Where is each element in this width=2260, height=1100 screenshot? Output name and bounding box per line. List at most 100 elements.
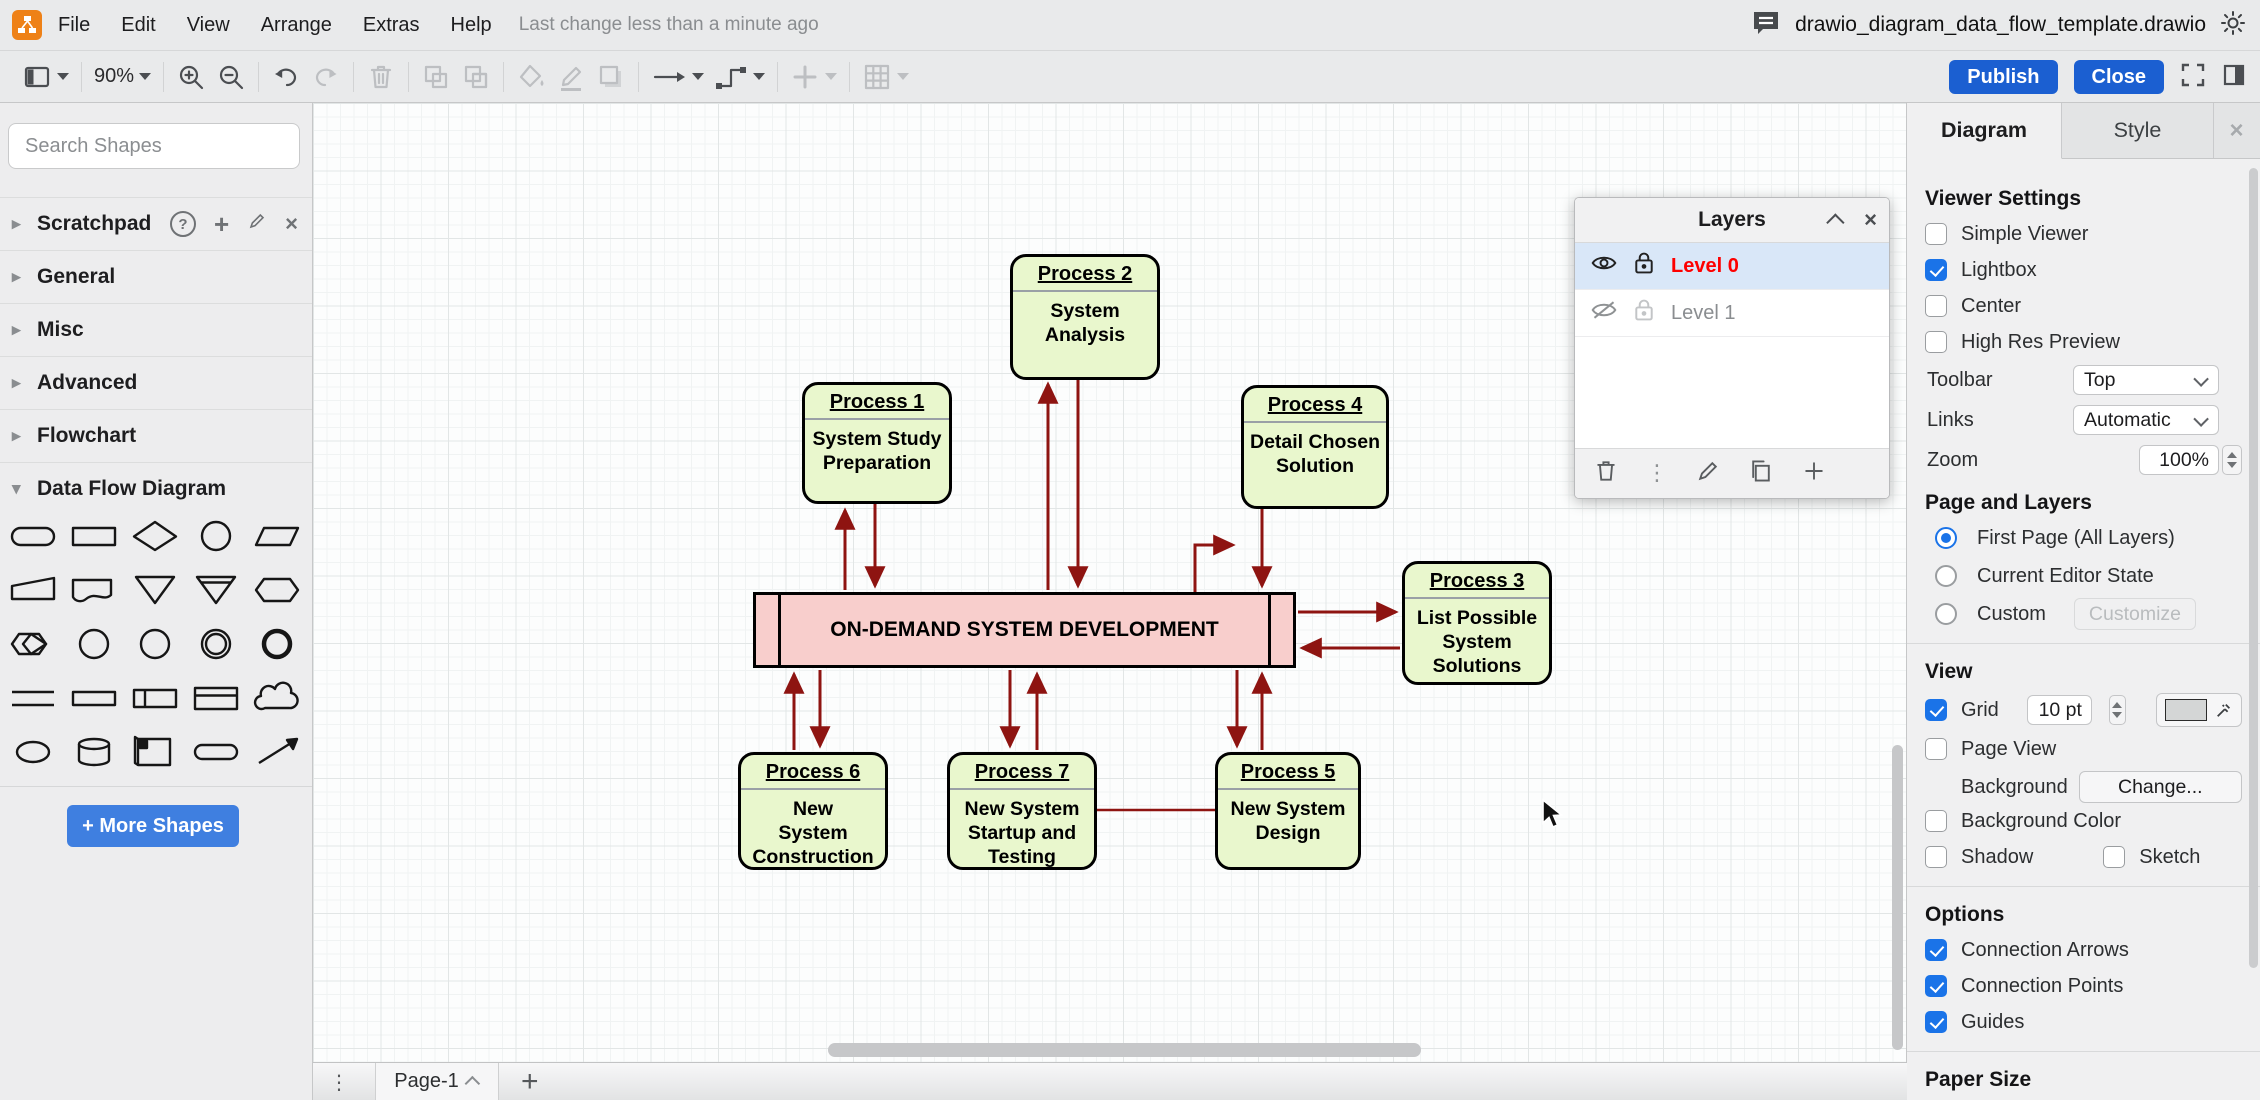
shape-double-circle-icon[interactable] [192,627,240,666]
grid-checkbox[interactable] [1925,699,1947,721]
insert-button[interactable] [790,62,837,92]
add-page-button[interactable]: + [521,1067,539,1097]
theme-toggle-icon[interactable] [2220,10,2246,41]
waypoint-style-button[interactable] [714,62,765,92]
delete-icon[interactable] [366,62,396,92]
fullscreen-icon[interactable] [2180,62,2206,93]
sidebar-section-flowchart[interactable]: ▸Flowchart [0,409,312,462]
canvas-vertical-scrollbar[interactable] [1892,745,1903,1050]
edit-layer-icon[interactable] [1695,458,1721,489]
shape-circle-icon[interactable] [192,519,240,558]
customize-button[interactable]: Customize [2074,598,2196,630]
diagram-node-process-6[interactable]: Process 6 New System Construction [738,752,888,870]
custom-radio[interactable] [1935,603,1957,625]
tab-style[interactable]: Style [2062,103,2214,158]
eye-icon[interactable] [1591,252,1617,280]
sidebar-section-misc[interactable]: ▸Misc [0,303,312,356]
connection-points-checkbox[interactable] [1925,975,1947,997]
shape-predefined-process-icon[interactable] [131,681,179,720]
diagram-node-process-1[interactable]: Process 1 System Study Preparation [802,382,952,504]
format-panel-close-icon[interactable]: × [2214,103,2259,158]
shape-arrow-icon[interactable] [253,735,301,774]
shape-rounded-rectangle-small-icon[interactable] [192,735,240,774]
guides-checkbox[interactable] [1925,1011,1947,1033]
simple-viewer-checkbox[interactable] [1925,223,1947,245]
diagram-node-process-5[interactable]: Process 5 New System Design [1215,752,1361,870]
shape-loop-limit-icon[interactable] [9,627,57,666]
shape-parallelogram-icon[interactable] [253,519,301,558]
menu-item-arrange[interactable]: Arrange [261,14,332,37]
shape-hexagon-icon[interactable] [253,573,301,612]
sidebar-section-data-flow-diagram[interactable]: ▾Data Flow Diagram [0,462,312,515]
comments-icon[interactable] [1751,10,1781,41]
shape-search-box[interactable] [8,123,300,169]
diagram-node-process-7[interactable]: Process 7 New System Startup and Testing [947,752,1097,870]
format-panel-toggle-icon[interactable] [2222,63,2246,92]
shape-rectangle-icon[interactable] [70,519,118,558]
grid-size-stepper[interactable] [2109,695,2126,725]
zoom-out-icon[interactable] [216,62,246,92]
layers-panel-header[interactable]: Layers × [1575,198,1889,243]
sidebar-section-general[interactable]: ▸General [0,250,312,303]
diagram-node-process-2[interactable]: Process 2 System Analysis [1010,254,1160,380]
menu-item-help[interactable]: Help [451,14,492,37]
diagram-node-process-3[interactable]: Process 3 List Possible System Solutions [1402,561,1552,685]
shape-search-input[interactable] [23,134,292,159]
shape-thin-rectangle-icon[interactable] [70,681,118,720]
to-front-icon[interactable] [421,62,451,92]
format-panel-scrollbar[interactable] [2249,168,2258,968]
page-view-checkbox[interactable] [1925,738,1947,760]
shape-parallel-lines-icon[interactable] [9,681,57,720]
background-change-button[interactable]: Change... [2079,771,2242,803]
menu-item-file[interactable]: File [58,14,90,37]
scratchpad-edit-icon[interactable] [247,211,267,237]
scratchpad-help-icon[interactable]: ? [170,211,196,237]
grid-color-button[interactable] [2156,693,2242,727]
shadow-checkbox[interactable] [1925,846,1947,868]
lightbox-checkbox[interactable] [1925,259,1947,281]
pages-menu-icon[interactable]: ⋮ [329,1070,349,1094]
diagram-node-datastore[interactable]: ON-DEMAND SYSTEM DEVELOPMENT [753,592,1296,668]
view-panels-button[interactable] [22,62,69,92]
first-page-all-layers--radio[interactable] [1935,527,1957,549]
links-setting-select[interactable]: Automatic [2073,405,2219,435]
layer-row-level-1[interactable]: Level 1 [1575,290,1889,337]
shadow-icon[interactable] [596,62,626,92]
shape-cylinder-icon[interactable] [70,735,118,774]
shape-diamond-icon[interactable] [131,519,179,558]
shape-cloud-icon[interactable] [253,681,301,720]
connection-arrows-checkbox[interactable] [1925,939,1947,961]
shape-manual-operation-icon[interactable] [9,573,57,612]
line-color-icon[interactable] [556,62,586,92]
shape-ellipse-icon[interactable] [9,735,57,774]
more-shapes-button[interactable]: + More Shapes [67,805,239,847]
shape-circle-icon[interactable] [70,627,118,666]
layer-row-level-0[interactable]: Level 0 [1575,243,1889,290]
shape-header-rectangle-icon[interactable] [192,681,240,720]
zoom-level-dropdown[interactable]: 90% [94,65,151,88]
diagram-node-process-4[interactable]: Process 4 Detail Chosen Solution [1241,385,1389,509]
shape-funnel-icon[interactable] [192,573,240,612]
lock-icon[interactable] [1633,298,1655,328]
shape-rounded-rectangle-icon[interactable] [9,519,57,558]
menu-item-view[interactable]: View [187,14,230,37]
publish-button[interactable]: Publish [1949,60,2057,94]
duplicate-layer-icon[interactable] [1748,458,1774,489]
layer-menu-icon[interactable]: ⋮ [1646,461,1668,486]
delete-layer-icon[interactable] [1593,458,1619,489]
layers-close-icon[interactable]: × [1864,209,1877,231]
high-res-preview-checkbox[interactable] [1925,331,1947,353]
lock-icon[interactable] [1633,251,1655,281]
toolbar-setting-select[interactable]: Top [2073,365,2219,395]
table-button[interactable] [862,62,909,92]
zoom-setting-input[interactable]: 100% [2139,445,2219,475]
tab-diagram[interactable]: Diagram [1907,103,2062,159]
shape-bold-circle-icon[interactable] [253,627,301,666]
canvas-horizontal-scrollbar[interactable] [828,1043,1421,1057]
connection-style-button[interactable] [651,62,704,92]
fill-color-icon[interactable] [516,62,546,92]
center-checkbox[interactable] [1925,295,1947,317]
shape-inverted-triangle-icon[interactable] [131,573,179,612]
eye-off-icon[interactable] [1591,299,1617,327]
menu-item-extras[interactable]: Extras [363,14,420,37]
